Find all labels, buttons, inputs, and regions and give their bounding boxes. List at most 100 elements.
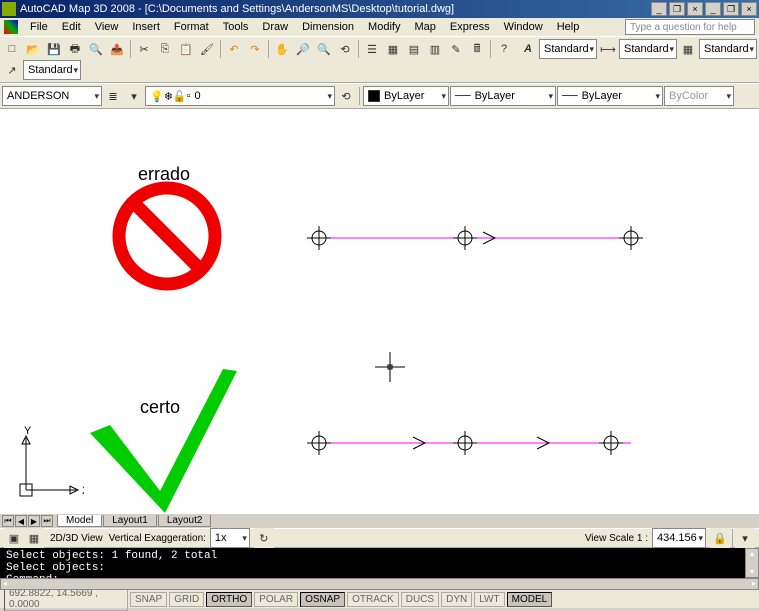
tab-last-button[interactable]: ⏭: [41, 515, 53, 527]
layer-filter-button[interactable]: ▾: [124, 86, 144, 106]
menu-modify[interactable]: Modify: [362, 19, 406, 35]
zoom-rt-button[interactable]: 🔎: [293, 39, 313, 59]
calc-button[interactable]: 🖩: [467, 39, 487, 59]
designcenter-button[interactable]: ▦: [383, 39, 403, 59]
status-otrack-button[interactable]: OTRACK: [347, 592, 399, 607]
status-grid-button[interactable]: GRID: [169, 592, 204, 607]
menu-view[interactable]: View: [89, 19, 125, 35]
menu-edit[interactable]: Edit: [56, 19, 87, 35]
refresh-view-button[interactable]: ↻: [254, 528, 274, 548]
mdi-minimize-button[interactable]: _: [651, 2, 667, 16]
menu-dimension[interactable]: Dimension: [296, 19, 360, 35]
publish-button[interactable]: 📤: [107, 39, 127, 59]
cmd-line-2: Select objects:: [6, 562, 753, 574]
cmd-scroll-h[interactable]: ◂▸: [0, 578, 759, 590]
status-snap-button[interactable]: SNAP: [130, 592, 167, 607]
menu-insert[interactable]: Insert: [126, 19, 166, 35]
new-button[interactable]: □: [2, 39, 22, 59]
dimstyle-icon: ⟼: [598, 39, 618, 59]
zoom-win-button[interactable]: 🔍: [314, 39, 334, 59]
status-ducs-button[interactable]: DUCS: [401, 592, 439, 607]
cmd-scroll-v[interactable]: ▴▾: [745, 548, 759, 578]
close-button[interactable]: ×: [741, 2, 757, 16]
zoom-prev-button[interactable]: ⟲: [335, 39, 355, 59]
markup-button[interactable]: ✎: [446, 39, 466, 59]
help-search-input[interactable]: Type a question for help: [625, 19, 755, 35]
plot-button[interactable]: 🖶: [65, 39, 85, 59]
window-title: AutoCAD Map 3D 2008 - [C:\Documents and …: [20, 3, 651, 15]
vex-combo[interactable]: 1x: [210, 528, 250, 548]
axis-x-label: X: [82, 485, 84, 497]
layer-props-button[interactable]: ≣: [103, 86, 123, 106]
scale-combo[interactable]: 434.156: [652, 528, 706, 548]
mleaderstyle-combo[interactable]: Standard: [23, 60, 81, 80]
properties-button[interactable]: ☰: [362, 39, 382, 59]
plotstyle-combo[interactable]: ByColor: [664, 86, 734, 106]
menu-window[interactable]: Window: [498, 19, 549, 35]
linetype-label: ByLayer: [475, 90, 515, 102]
toolpalette-button[interactable]: ▤: [404, 39, 424, 59]
status-bar: 692.8822, 14.5669 , 0.0000 SNAPGRIDORTHO…: [0, 590, 759, 608]
tab-next-button[interactable]: ▶: [28, 515, 40, 527]
tab-first-button[interactable]: ⏮: [2, 515, 14, 527]
open-button[interactable]: 📂: [23, 39, 43, 59]
mdi-restore-button[interactable]: ❐: [669, 2, 685, 16]
tab-prev-button[interactable]: ◀: [15, 515, 27, 527]
status-polar-button[interactable]: POLAR: [254, 592, 298, 607]
color-label: ByLayer: [384, 90, 424, 102]
copy-button[interactable]: ⎘: [155, 39, 175, 59]
lineweight-combo[interactable]: ──ByLayer: [557, 86, 663, 106]
status-ortho-button[interactable]: ORTHO: [206, 592, 252, 607]
menu-help[interactable]: Help: [551, 19, 586, 35]
scale-lock-button[interactable]: 🔒: [710, 528, 730, 548]
menu-draw[interactable]: Draw: [256, 19, 294, 35]
textstyle-combo[interactable]: Standard: [539, 39, 597, 59]
status-lwt-button[interactable]: LWT: [474, 592, 504, 607]
tab-layout1[interactable]: Layout1: [103, 515, 157, 527]
menu-file[interactable]: File: [24, 19, 54, 35]
status-model-button[interactable]: MODEL: [507, 592, 553, 607]
layer-prev-button[interactable]: ⟲: [336, 86, 356, 106]
preview-button[interactable]: 🔍: [86, 39, 106, 59]
standard-toolbar: □ 📂 💾 🖶 🔍 📤 ✂ ⎘ 📋 🖌 ↶ ↷ ✋ 🔎 🔍 ⟲ ☰ ▦ ▤ ▥ …: [0, 36, 759, 83]
drawing-combo[interactable]: ANDERSON: [2, 86, 102, 106]
cut-button[interactable]: ✂: [134, 39, 154, 59]
color-combo[interactable]: ByLayer: [363, 86, 449, 106]
status-dyn-button[interactable]: DYN: [441, 592, 472, 607]
paste-button[interactable]: 📋: [176, 39, 196, 59]
tab-model[interactable]: Model: [57, 515, 102, 527]
redo-button[interactable]: ↷: [245, 39, 265, 59]
view-mode-icon2[interactable]: ▦: [24, 528, 44, 548]
dimstyle-combo[interactable]: Standard: [619, 39, 677, 59]
menu-express[interactable]: Express: [444, 19, 496, 35]
layer-combo[interactable]: 💡 ❄ 🔓 ▫ 0: [145, 86, 335, 106]
coords-readout[interactable]: 692.8822, 14.5669 , 0.0000: [4, 587, 128, 611]
checkmark-symbol: [85, 361, 240, 514]
save-button[interactable]: 💾: [44, 39, 64, 59]
undo-button[interactable]: ↶: [224, 39, 244, 59]
drawing-canvas[interactable]: errado certo Y: [0, 109, 759, 514]
linetype-combo[interactable]: ──ByLayer: [450, 86, 556, 106]
menu-tools[interactable]: Tools: [217, 19, 255, 35]
crosshair-cursor: [375, 352, 405, 382]
minimize-button[interactable]: _: [705, 2, 721, 16]
help-button[interactable]: ?: [494, 39, 514, 59]
mdi-close-button[interactable]: ×: [687, 2, 703, 16]
sheetset-button[interactable]: ▥: [425, 39, 445, 59]
restore-button[interactable]: ❐: [723, 2, 739, 16]
view-mode-icon[interactable]: ▣: [4, 528, 24, 548]
tablestyle-combo[interactable]: Standard: [699, 39, 757, 59]
lineweight-label: ByLayer: [582, 90, 622, 102]
menu-format[interactable]: Format: [168, 19, 215, 35]
command-window[interactable]: Select objects: 1 found, 2 total Select …: [0, 548, 759, 590]
layers-toolbar: ANDERSON ≣ ▾ 💡 ❄ 🔓 ▫ 0 ⟲ ByLayer ──ByLay…: [0, 83, 759, 109]
match-button[interactable]: 🖌: [197, 39, 217, 59]
pan-button[interactable]: ✋: [272, 39, 292, 59]
tab-layout2[interactable]: Layout2: [158, 515, 212, 527]
layout-flyout-button[interactable]: ▾: [735, 528, 755, 548]
status-osnap-button[interactable]: OSNAP: [300, 592, 345, 607]
menu-map[interactable]: Map: [408, 19, 441, 35]
layer-freeze-icon: ❄: [164, 90, 173, 103]
app-logo-icon: [4, 20, 18, 34]
tablestyle-icon: ▦: [678, 39, 698, 59]
